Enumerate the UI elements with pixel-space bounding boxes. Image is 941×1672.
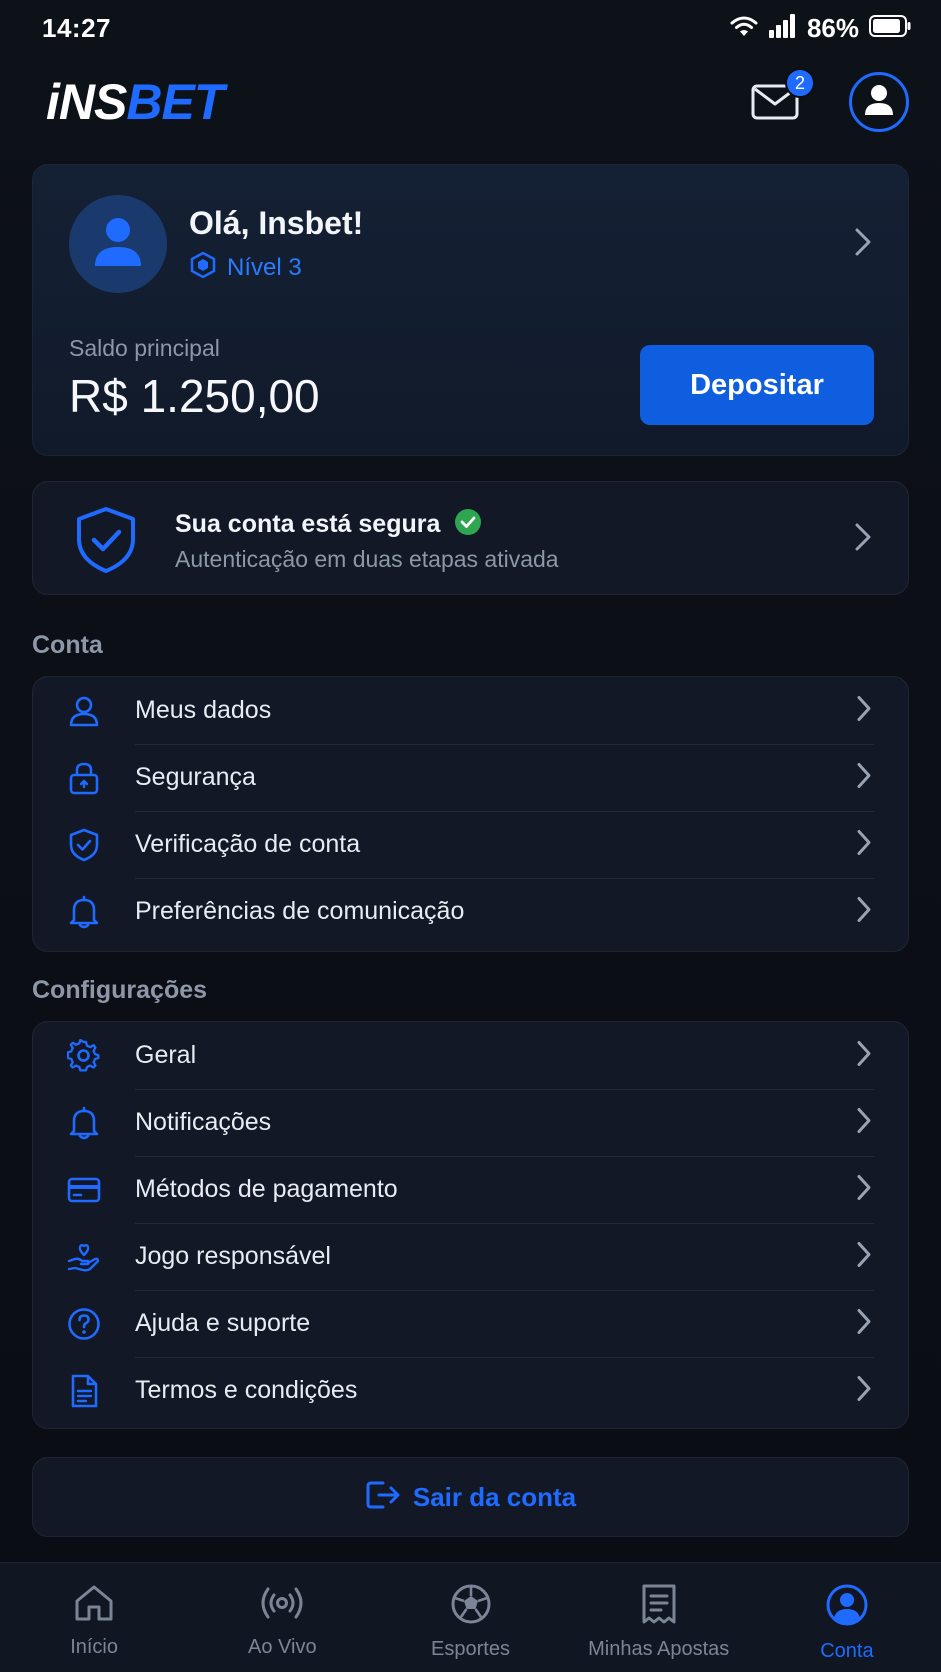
chevron-right-icon bbox=[854, 227, 872, 262]
level-hexagon-icon bbox=[189, 251, 217, 284]
bell-icon bbox=[67, 895, 101, 929]
nav-item-esportes[interactable]: Esportes bbox=[376, 1563, 564, 1672]
status-icons: 86% bbox=[729, 13, 911, 44]
header-actions: 2 bbox=[751, 68, 909, 132]
level-badge: Nível 3 bbox=[189, 251, 302, 284]
chevron-right-icon bbox=[856, 694, 872, 727]
signal-icon bbox=[768, 13, 797, 43]
chevron-right-icon bbox=[856, 1039, 872, 1072]
menu-item-geral[interactable]: Geral bbox=[33, 1022, 908, 1089]
security-title: Sua conta está segura bbox=[175, 510, 441, 538]
nav-label: Esportes bbox=[431, 1638, 510, 1660]
profile-card[interactable]: Olá, Insbet! Nível 3 Saldo principal R$ … bbox=[32, 164, 909, 456]
chevron-right-icon bbox=[856, 1374, 872, 1407]
home-icon bbox=[73, 1583, 115, 1628]
chevron-right-icon bbox=[854, 522, 872, 557]
heart-hand-icon bbox=[67, 1240, 101, 1274]
wifi-icon bbox=[729, 14, 759, 43]
mail-icon bbox=[751, 84, 799, 126]
chevron-right-icon bbox=[856, 1173, 872, 1206]
battery-percent: 86% bbox=[806, 12, 859, 43]
balance-value: R$ 1.250,00 bbox=[69, 370, 320, 422]
nav-item-inicio[interactable]: Início bbox=[0, 1563, 188, 1672]
menu-item-preferencias[interactable]: Preferências de comunicação bbox=[33, 878, 908, 945]
nav-label: Minhas Apostas bbox=[588, 1638, 730, 1660]
menu-item-ajuda[interactable]: Ajuda e suporte bbox=[33, 1290, 908, 1357]
verified-check-icon bbox=[454, 508, 482, 541]
chevron-right-icon bbox=[856, 1307, 872, 1340]
chevron-right-icon bbox=[856, 1106, 872, 1139]
menu-item-seguranca[interactable]: Segurança bbox=[33, 744, 908, 811]
nav-label: Início bbox=[70, 1636, 118, 1658]
status-bar: 14:27 86% bbox=[0, 0, 941, 56]
help-icon bbox=[67, 1307, 101, 1341]
app-header: iNSBET 2 bbox=[0, 66, 941, 138]
messages-badge: 2 bbox=[785, 68, 815, 98]
menu-item-label: Jogo responsável bbox=[135, 1242, 331, 1270]
account-menu: Meus dados Segurança Verificação de cont… bbox=[32, 676, 909, 952]
deposit-button[interactable]: Depositar bbox=[640, 345, 874, 425]
menu-item-label: Segurança bbox=[135, 763, 256, 791]
menu-item-label: Meus dados bbox=[135, 696, 272, 724]
menu-item-notificacoes[interactable]: Notificações bbox=[33, 1089, 908, 1156]
section-title-account: Conta bbox=[32, 631, 103, 659]
bell-icon bbox=[67, 1106, 101, 1140]
bottom-nav: Início Ao Vivo Esportes Minhas Apostas C… bbox=[0, 1562, 941, 1672]
account-page: 14:27 86% iNSBET 2 Olá, Insbet! Nível 3 … bbox=[0, 0, 941, 1672]
menu-item-label: Ajuda e suporte bbox=[135, 1309, 311, 1337]
menu-item-jogo-responsavel[interactable]: Jogo responsável bbox=[33, 1223, 908, 1290]
nav-item-conta[interactable]: Conta bbox=[753, 1563, 941, 1672]
menu-item-metodos-pagamento[interactable]: Métodos de pagamento bbox=[33, 1156, 908, 1223]
chevron-right-icon bbox=[856, 828, 872, 861]
credit-card-icon bbox=[67, 1173, 101, 1207]
menu-item-label: Notificações bbox=[135, 1108, 272, 1136]
lock-icon bbox=[67, 761, 101, 795]
menu-item-meus-dados[interactable]: Meus dados bbox=[33, 677, 908, 744]
security-subtitle: Autenticação em duas etapas ativada bbox=[175, 546, 559, 572]
user-avatar-icon bbox=[863, 83, 895, 122]
chevron-right-icon bbox=[856, 1240, 872, 1273]
live-icon bbox=[259, 1583, 305, 1628]
chevron-right-icon bbox=[856, 761, 872, 794]
menu-item-label: Geral bbox=[135, 1041, 197, 1069]
nav-item-minhas-apostas[interactable]: Minhas Apostas bbox=[565, 1563, 753, 1672]
account-icon bbox=[825, 1583, 869, 1632]
logo-part-ins: iNS bbox=[46, 74, 127, 130]
logout-label: Sair da conta bbox=[412, 1481, 577, 1512]
nav-item-ao-vivo[interactable]: Ao Vivo bbox=[188, 1563, 376, 1672]
chevron-right-icon bbox=[856, 895, 872, 928]
greeting-text: Olá, Insbet! bbox=[189, 205, 364, 241]
nav-label: Conta bbox=[820, 1640, 874, 1662]
menu-item-label: Métodos de pagamento bbox=[135, 1175, 398, 1203]
soccer-ball-icon bbox=[450, 1583, 492, 1630]
gear-icon bbox=[67, 1038, 101, 1073]
menu-item-label: Preferências de comunicação bbox=[135, 897, 465, 925]
section-title-settings: Configurações bbox=[32, 976, 208, 1004]
menu-item-verificacao[interactable]: Verificação de conta bbox=[33, 811, 908, 878]
level-text: Nível 3 bbox=[227, 253, 302, 281]
logout-button[interactable]: Sair da conta bbox=[32, 1457, 909, 1537]
document-icon bbox=[67, 1374, 101, 1408]
nav-label: Ao Vivo bbox=[248, 1636, 317, 1658]
profile-avatar-button[interactable] bbox=[849, 72, 909, 132]
messages-button[interactable]: 2 bbox=[751, 68, 815, 122]
security-title-row: Sua conta está segura bbox=[175, 508, 482, 541]
settings-menu: Geral Notificações Métodos de pagamento … bbox=[32, 1021, 909, 1429]
user-icon bbox=[93, 216, 143, 273]
menu-item-termos[interactable]: Termos e condições bbox=[33, 1357, 908, 1424]
menu-item-label: Verificação de conta bbox=[135, 830, 361, 858]
shield-check-icon bbox=[67, 828, 101, 862]
balance-label: Saldo principal bbox=[69, 335, 220, 361]
logo-part-bet: BET bbox=[126, 74, 224, 130]
logout-icon bbox=[365, 1479, 401, 1516]
battery-icon bbox=[869, 14, 911, 42]
status-time: 14:27 bbox=[42, 12, 111, 43]
insbet-logo[interactable]: iNSBET bbox=[46, 73, 224, 131]
profile-avatar bbox=[69, 195, 167, 293]
security-card[interactable]: Sua conta está segura Autenticação em du… bbox=[32, 481, 909, 595]
shield-check-icon bbox=[75, 506, 137, 579]
user-icon bbox=[67, 694, 101, 728]
bets-icon bbox=[640, 1583, 678, 1630]
menu-item-label: Termos e condições bbox=[135, 1376, 358, 1404]
